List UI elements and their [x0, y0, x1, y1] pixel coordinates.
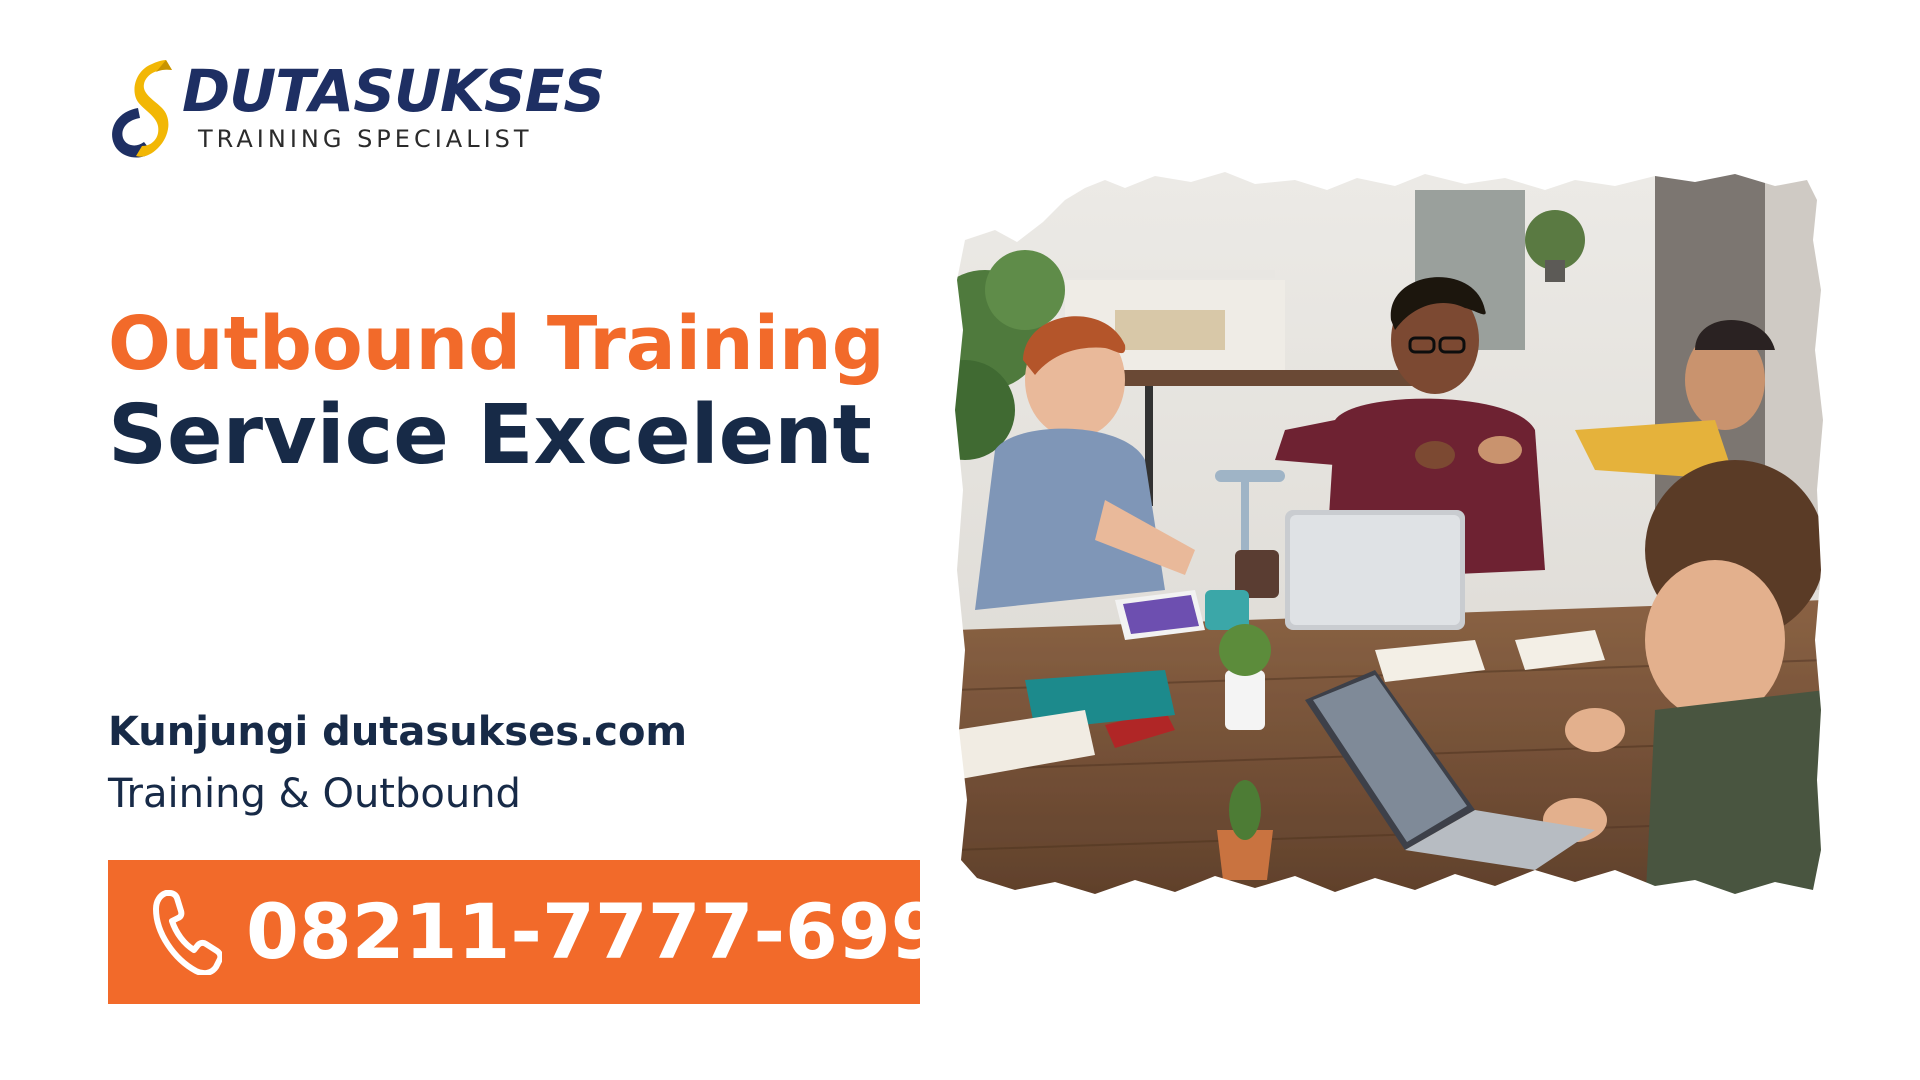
- logo-s-icon: [112, 60, 172, 158]
- headline: Outbound Training Service Excelent: [108, 300, 928, 484]
- headline-subtitle: Service Excelent: [108, 388, 872, 483]
- phone-icon: [153, 890, 222, 975]
- headline-title: Outbound Training: [108, 301, 885, 387]
- team-meeting-photo: [955, 170, 1825, 910]
- logo-wordmark: DUTASUKSES: [182, 57, 605, 125]
- phone-call-button[interactable]: 08211-7777-699: [108, 860, 944, 1004]
- logo-tagline: TRAINING SPECIALIST: [198, 125, 533, 153]
- brand-logo[interactable]: DUTASUKSES TRAINING SPECIALIST: [108, 56, 628, 166]
- website-link[interactable]: Kunjungi dutasukses.com: [108, 708, 687, 756]
- phone-number: 08211-7777-699: [246, 887, 944, 976]
- banner: DUTASUKSES TRAINING SPECIALIST Outbound …: [0, 0, 1920, 1080]
- services-text: Training & Outbound: [108, 771, 521, 817]
